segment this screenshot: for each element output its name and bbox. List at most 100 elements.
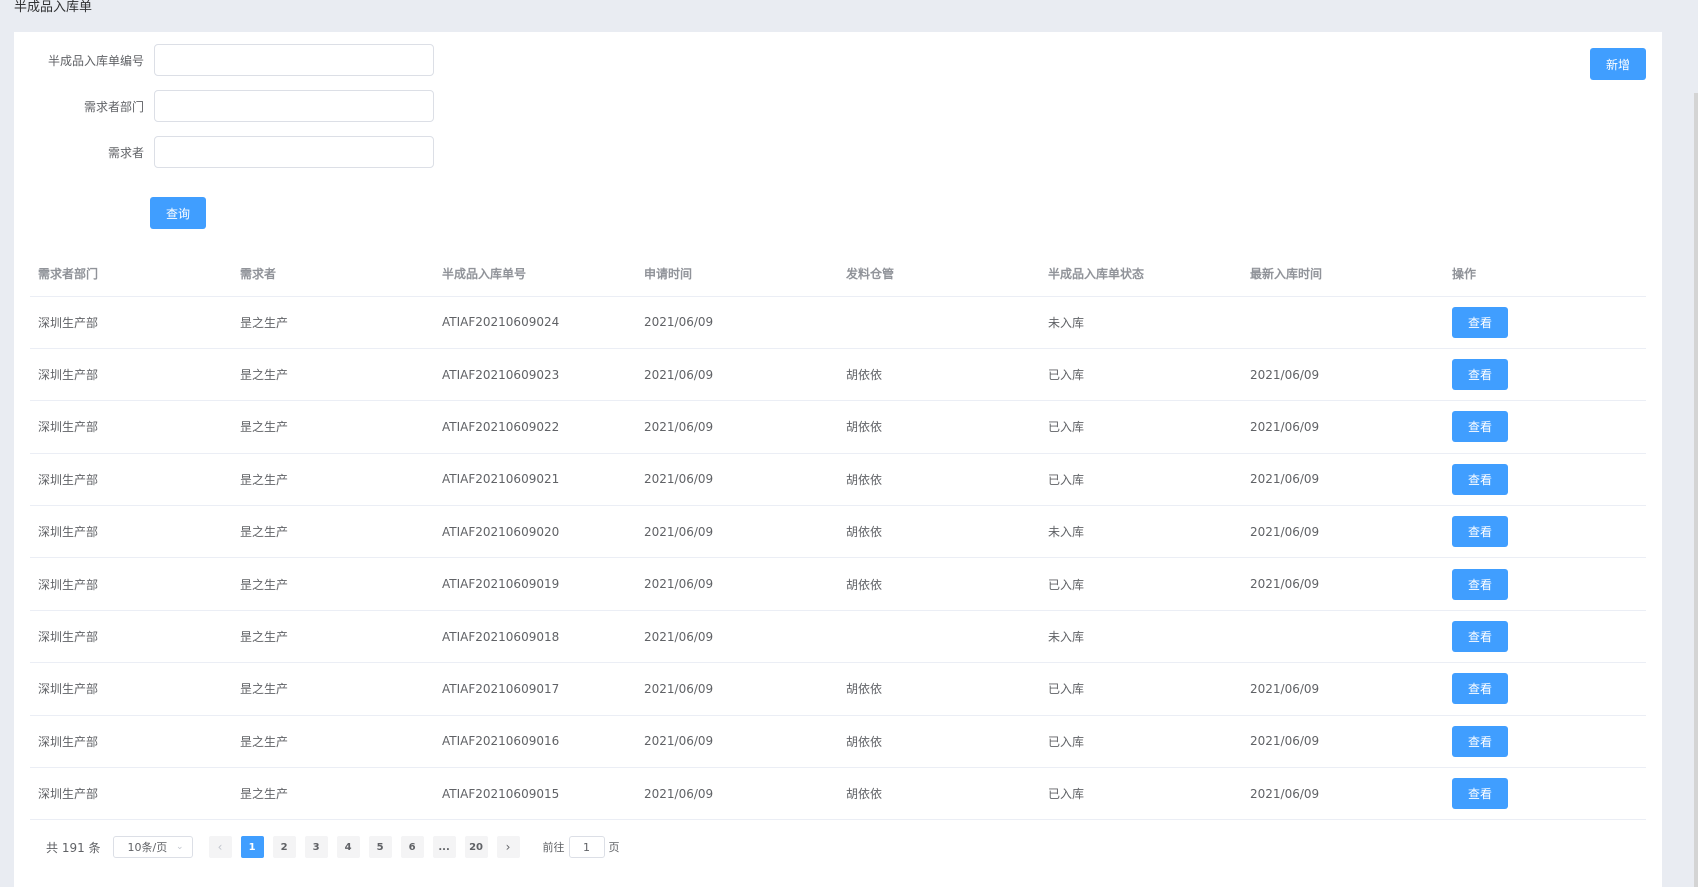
apply-date-cell: 2021/06/09 [636,767,838,821]
apply-date-cell: 2021/06/09 [636,715,838,769]
department-cell: 深圳生产部 [30,662,232,716]
action-cell: 查看 [1444,453,1646,507]
chevron-left-icon[interactable]: ‹ [208,836,232,858]
warehouse-keeper-cell [838,296,1040,349]
requester-input[interactable] [154,136,434,168]
order-number-cell: ATIAF20210609015 [434,767,636,821]
page-size-select[interactable]: 10条/页 ⌄ [112,836,193,858]
order-number-cell: ATIAF20210609023 [434,348,636,402]
page-button[interactable]: 20 [464,836,488,858]
status-cell: 已入库 [1040,767,1242,821]
page-button[interactable]: 4 [336,836,360,858]
column-header: 发料仓管 [838,252,1040,297]
apply-date-cell: 2021/06/09 [636,453,838,507]
warehouse-keeper-cell: 胡依依 [838,715,1040,769]
warehouse-keeper-cell: 胡依依 [838,400,1040,454]
order-number-cell: ATIAF20210609022 [434,400,636,454]
status-cell: 已入库 [1040,453,1242,507]
requester-cell: 昰之生产 [232,400,434,454]
view-button[interactable]: 查看 [1452,725,1508,757]
total-count: 共 191 条 [46,840,101,855]
chevron-down-icon: ⌄ [176,842,184,852]
view-button[interactable]: 查看 [1452,778,1508,810]
department-input[interactable] [154,90,434,122]
status-cell: 已入库 [1040,715,1242,769]
search-row-requester: 需求者 [14,136,434,168]
requester-label: 需求者 [107,145,144,160]
latest-stock-date-cell: 2021/06/09 [1242,505,1444,559]
main-card: 半成品入库单编号 需求者部门 需求者 查询 新增 需求者部门 需求者 半成品入库… [14,32,1662,887]
add-button[interactable]: 新增 [1590,48,1646,80]
page-button[interactable]: 2 [272,836,296,858]
department-cell: 深圳生产部 [30,557,232,611]
page-button[interactable]: 3 [304,836,328,858]
view-button[interactable]: 查看 [1452,359,1508,391]
requester-cell: 昰之生产 [232,557,434,611]
page-button[interactable]: 6 [400,836,424,858]
warehouse-keeper-cell: 胡依依 [838,662,1040,716]
pagination: 共 191 条 10条/页 ⌄ ‹ 1 2 3 4 5 6 ... 20 › 前… [46,836,620,858]
view-button[interactable]: 查看 [1452,673,1508,705]
action-cell: 查看 [1444,400,1646,454]
requester-cell: 昰之生产 [232,348,434,402]
column-header: 最新入库时间 [1242,252,1444,297]
order-number-cell: ATIAF20210609017 [434,662,636,716]
table-body: 深圳生产部 昰之生产 ATIAF20210609024 2021/06/09 未入库 查看… [30,296,1646,821]
warehouse-keeper-cell: 胡依依 [838,453,1040,507]
action-cell: 查看 [1444,715,1646,769]
status-cell: 已入库 [1040,348,1242,402]
requester-cell: 昰之生产 [232,662,434,716]
column-header: 申请时间 [636,252,838,297]
latest-stock-date-cell [1242,610,1444,664]
action-cell: 查看 [1444,557,1646,611]
column-header: 半成品入库单状态 [1040,252,1242,297]
chevron-right-icon[interactable]: › [496,836,520,858]
data-table: 需求者部门 需求者 半成品入库单号 申请时间 发料仓管 半成品入库单状态 最新入… [30,252,1646,821]
department-cell: 深圳生产部 [30,767,232,821]
page-button[interactable]: 5 [368,836,392,858]
view-button[interactable]: 查看 [1452,621,1508,653]
status-cell: 未入库 [1040,505,1242,559]
column-header: 操作 [1444,252,1646,297]
warehouse-keeper-cell: 胡依依 [838,767,1040,821]
page-button[interactable]: 1 [240,836,264,858]
table-row: 深圳生产部 昰之生产 ATIAF20210609024 2021/06/09 未入库 查看 [30,296,1646,349]
order-number-cell: ATIAF20210609024 [434,296,636,349]
warehouse-keeper-cell: 胡依依 [838,557,1040,611]
table-row: 深圳生产部 昰之生产 ATIAF20210609021 2021/06/09 胡依依 已入… [30,453,1646,507]
apply-date-cell: 2021/06/09 [636,505,838,559]
table-row: 深圳生产部 昰之生产 ATIAF20210609015 2021/06/09 胡依依 已入… [30,767,1646,821]
action-cell: 查看 [1444,767,1646,821]
warehouse-keeper-cell: 胡依依 [838,348,1040,402]
requester-cell: 昰之生产 [232,715,434,769]
jump-page-input[interactable] [568,836,605,858]
more-pages-button[interactable]: ... [432,836,456,858]
view-button[interactable]: 查看 [1452,463,1508,495]
vertical-scrollbar[interactable] [1694,93,1698,887]
status-cell: 已入库 [1040,400,1242,454]
view-button[interactable]: 查看 [1452,411,1508,443]
order-number-cell: ATIAF20210609020 [434,505,636,559]
action-cell: 查看 [1444,348,1646,402]
search-row-department: 需求者部门 [14,90,434,122]
action-cell: 查看 [1444,662,1646,716]
table-row: 深圳生产部 昰之生产 ATIAF20210609022 2021/06/09 胡依依 已入… [30,400,1646,454]
apply-date-cell: 2021/06/09 [636,557,838,611]
query-button[interactable]: 查询 [150,197,206,229]
view-button[interactable]: 查看 [1452,568,1508,600]
column-header: 需求者 [232,252,434,297]
order-number-input[interactable] [154,44,434,76]
table-header-row: 需求者部门 需求者 半成品入库单号 申请时间 发料仓管 半成品入库单状态 最新入… [30,252,1646,297]
department-cell: 深圳生产部 [30,348,232,402]
action-cell: 查看 [1444,610,1646,664]
table-row: 深圳生产部 昰之生产 ATIAF20210609020 2021/06/09 胡依依 未入… [30,505,1646,559]
status-cell: 已入库 [1040,662,1242,716]
requester-cell: 昰之生产 [232,296,434,349]
requester-cell: 昰之生产 [232,610,434,664]
view-button[interactable]: 查看 [1452,306,1508,338]
requester-cell: 昰之生产 [232,453,434,507]
department-label: 需求者部门 [83,99,144,114]
latest-stock-date-cell: 2021/06/09 [1242,662,1444,716]
view-button[interactable]: 查看 [1452,516,1508,548]
apply-date-cell: 2021/06/09 [636,400,838,454]
